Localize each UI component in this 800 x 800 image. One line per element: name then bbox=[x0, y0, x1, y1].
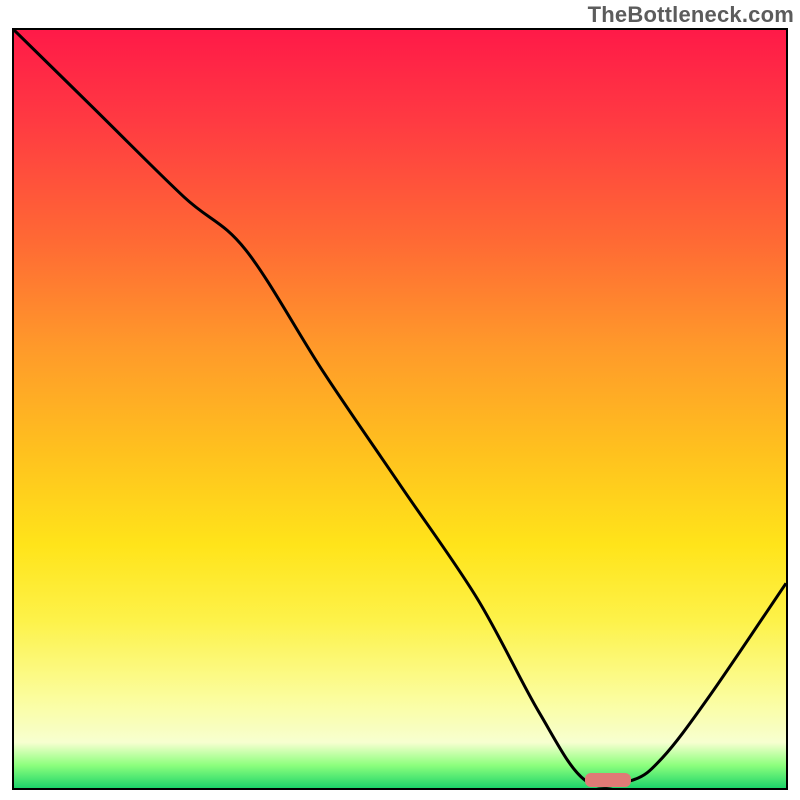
chart-container: { "watermark": "TheBottleneck.com", "cha… bbox=[0, 0, 800, 800]
bottleneck-curve bbox=[14, 30, 786, 788]
plot-frame bbox=[12, 28, 788, 790]
optimal-range-marker bbox=[585, 773, 631, 787]
watermark-text: TheBottleneck.com bbox=[588, 2, 794, 28]
